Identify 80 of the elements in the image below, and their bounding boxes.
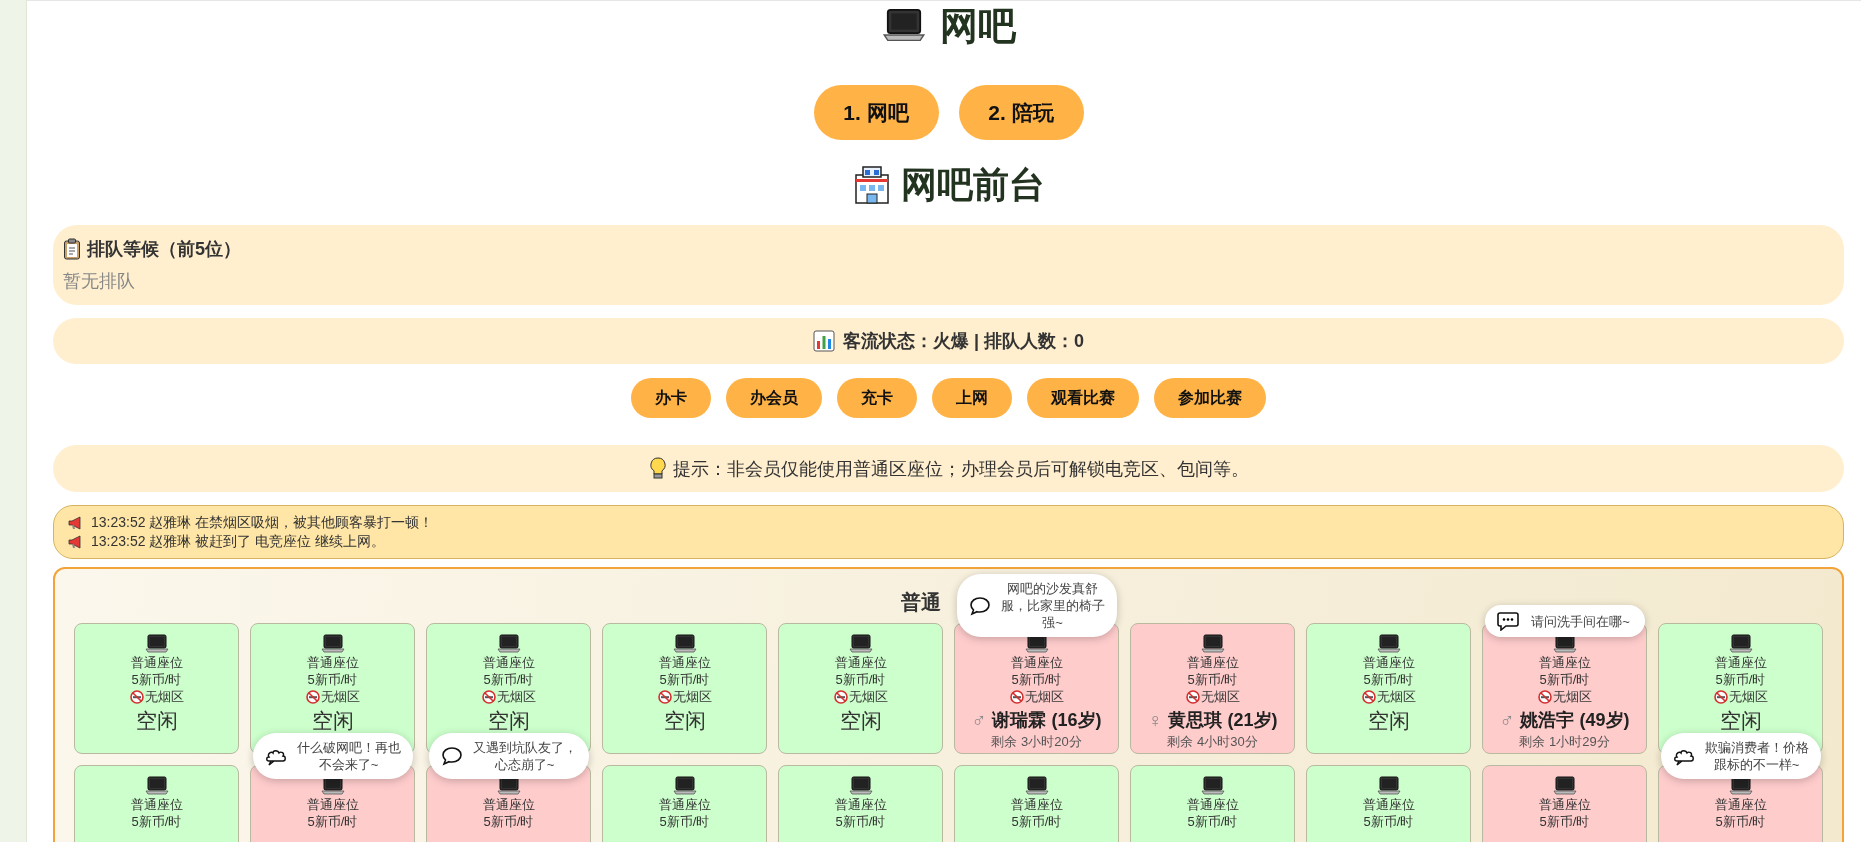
speech-tooltip: 欺骗消费者！价格跟标的不一样~ <box>1660 733 1821 779</box>
zone-label: 无烟区 <box>1552 688 1592 705</box>
seat-status: 空闲 <box>487 708 530 734</box>
seat-price: 5新币/时 <box>1715 813 1766 830</box>
seat-status: 空闲 <box>1367 708 1410 734</box>
seat-price: 5新币/时 <box>1539 813 1590 830</box>
area-title: 普通 <box>900 590 941 615</box>
seat-type: 普通座位 <box>130 654 183 671</box>
seat-price: 5新币/时 <box>659 813 710 830</box>
seat-price: 5新币/时 <box>835 671 886 688</box>
seat-type: 普通座位 <box>1362 796 1415 813</box>
seat-status: 空闲 <box>839 708 882 734</box>
seat-type: 普通座位 <box>130 796 183 813</box>
seat-type: 普通座位 <box>482 796 535 813</box>
seat-price: 5新币/时 <box>1187 671 1238 688</box>
seat-type: 普通座位 <box>1714 654 1767 671</box>
gender-symbol: ♂ <box>1499 708 1515 733</box>
seat-type: 普通座位 <box>1186 796 1239 813</box>
seat-type: 普通座位 <box>1010 796 1063 813</box>
seat-type: 普通座位 <box>1538 796 1591 813</box>
seat-price: 5新币/时 <box>307 813 358 830</box>
seat-status: 空闲 <box>311 708 354 734</box>
seat-price: 5新币/时 <box>1011 813 1062 830</box>
seat-type: 普通座位 <box>1538 654 1591 671</box>
seat-price: 5新币/时 <box>1539 671 1590 688</box>
seat-price: 5新币/时 <box>307 671 358 688</box>
speech-tooltip: 又遇到坑队友了，心态崩了~ <box>428 733 589 779</box>
seat-price: 5新币/时 <box>1011 671 1062 688</box>
section-heading: 网吧前台 <box>900 162 1045 207</box>
seat-type: 普通座位 <box>658 796 711 813</box>
seat-price: 5新币/时 <box>131 671 182 688</box>
zone-label: 无烟区 <box>848 688 888 705</box>
speech-tooltip: 请问洗手间在哪~ <box>1484 605 1645 637</box>
queue-empty-text: 暂无排队 <box>63 270 136 293</box>
gender-symbol: ♀ <box>1147 708 1163 733</box>
seat-type: 普通座位 <box>1362 654 1415 671</box>
zone-label: 无烟区 <box>672 688 712 705</box>
tip-text: 提示：非会员仅能使用普通区座位；办理会员后可解锁电竞区、包间等。 <box>672 457 1249 481</box>
seat-price: 5新币/时 <box>659 671 710 688</box>
seat-type: 普通座位 <box>1186 654 1239 671</box>
seat-type: 普通座位 <box>1714 796 1767 813</box>
queue-title: 排队等候（前5位） <box>87 238 241 261</box>
zone-label: 无烟区 <box>1728 688 1768 705</box>
seat-type: 普通座位 <box>306 796 359 813</box>
zone-label: 无烟区 <box>496 688 536 705</box>
occupant-name: 谢瑞霖 (16岁) <box>992 709 1102 732</box>
occupant-name: 黄思琪 (21岁) <box>1168 709 1278 732</box>
speech-tooltip: 网吧的沙发真舒服，比家里的椅子强~ <box>956 574 1117 637</box>
remaining-time: 剩余 3小时20分 <box>991 733 1082 750</box>
remaining-time: 剩余 4小时30分 <box>1167 733 1258 750</box>
seat-status: 空闲 <box>135 708 178 734</box>
gender-symbol: ♂ <box>971 708 987 733</box>
zone-label: 无烟区 <box>1024 688 1064 705</box>
zone-label: 无烟区 <box>1376 688 1416 705</box>
seat-price: 5新币/时 <box>483 813 534 830</box>
seat-type: 普通座位 <box>834 796 887 813</box>
seat-type: 普通座位 <box>658 654 711 671</box>
seat-price: 5新币/时 <box>483 671 534 688</box>
seat-price: 5新币/时 <box>1715 671 1766 688</box>
seat-type: 普通座位 <box>482 654 535 671</box>
seat-price: 5新币/时 <box>131 813 182 830</box>
speech-tooltip: 什么破网吧！再也不会来了~ <box>252 733 413 779</box>
zone-label: 无烟区 <box>320 688 360 705</box>
seat-price: 5新币/时 <box>1187 813 1238 830</box>
seat-type: 普通座位 <box>306 654 359 671</box>
zone-label: 无烟区 <box>1200 688 1240 705</box>
seat-type: 普通座位 <box>834 654 887 671</box>
seat-price: 5新币/时 <box>1363 671 1414 688</box>
traffic-status: 客流状态：火爆 | 排队人数：0 <box>842 330 1085 353</box>
remaining-time: 剩余 1小时29分 <box>1519 733 1610 750</box>
seat-status: 空闲 <box>1719 708 1762 734</box>
log-entry: 13:23:52 赵雅琳 被赶到了 电竞座位 继续上网。 <box>91 532 386 551</box>
zone-label: 无烟区 <box>144 688 184 705</box>
log-entry: 13:23:52 赵雅琳 在禁烟区吸烟，被其他顾客暴打一顿！ <box>91 513 434 532</box>
seat-price: 5新币/时 <box>835 813 886 830</box>
occupant-name: 姚浩宇 (49岁) <box>1520 709 1630 732</box>
seat-type: 普通座位 <box>1010 654 1063 671</box>
page-title: 网吧 <box>939 3 1016 49</box>
seat-status: 空闲 <box>663 708 706 734</box>
seat-price: 5新币/时 <box>1363 813 1414 830</box>
